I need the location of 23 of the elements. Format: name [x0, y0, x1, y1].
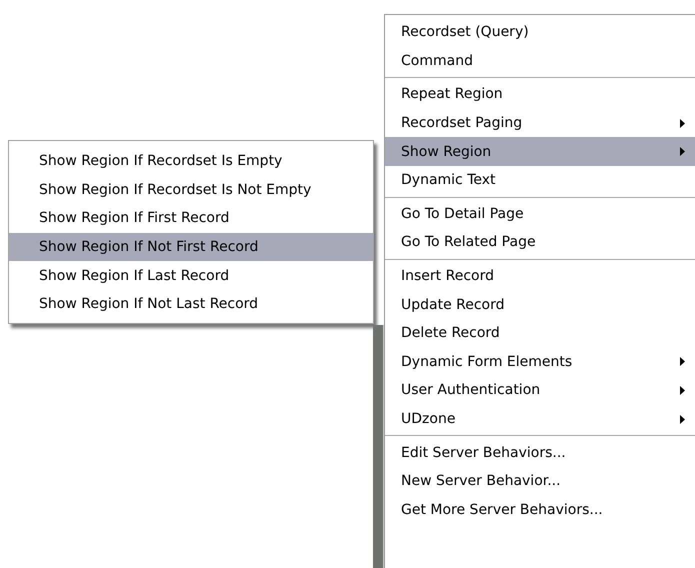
menu-item[interactable]: Go To Detail Page [385, 200, 695, 228]
menu-item[interactable]: Repeat Region [385, 80, 695, 109]
submenu-item[interactable]: Show Region If Not Last Record [9, 290, 373, 319]
submenu-item[interactable]: Show Region If Recordset Is Empty [9, 147, 373, 176]
menu-item[interactable]: Insert Record [385, 262, 695, 290]
submenu-item[interactable]: Show Region If Recordset Is Not Empty [9, 176, 373, 204]
menu-item[interactable]: UDzone [385, 404, 695, 434]
menu-item[interactable]: Show Region [385, 137, 695, 166]
menu-item[interactable]: Go To Related Page [385, 228, 695, 257]
menu-item[interactable]: User Authentication [385, 376, 695, 405]
menu-item[interactable]: Delete Record [385, 318, 695, 348]
menu-item[interactable]: Recordset Paging [385, 108, 695, 138]
menu-item[interactable]: Recordset (Query) [385, 18, 695, 47]
menu-item[interactable]: Get More Server Behaviors... [385, 496, 695, 524]
menu-item[interactable]: Command [385, 46, 695, 76]
menu-item[interactable]: Update Record [385, 290, 695, 319]
menu-item[interactable]: New Server Behavior... [385, 466, 695, 496]
submenu-item[interactable]: Show Region If Last Record [9, 261, 373, 290]
menu-item[interactable]: Dynamic Form Elements [385, 348, 695, 376]
menu-item[interactable]: Dynamic Text [385, 166, 695, 195]
submenu-item[interactable]: Show Region If First Record [9, 204, 373, 233]
menu-item[interactable]: Edit Server Behaviors... [385, 438, 695, 467]
submenu-item[interactable]: Show Region If Not First Record [9, 232, 373, 262]
